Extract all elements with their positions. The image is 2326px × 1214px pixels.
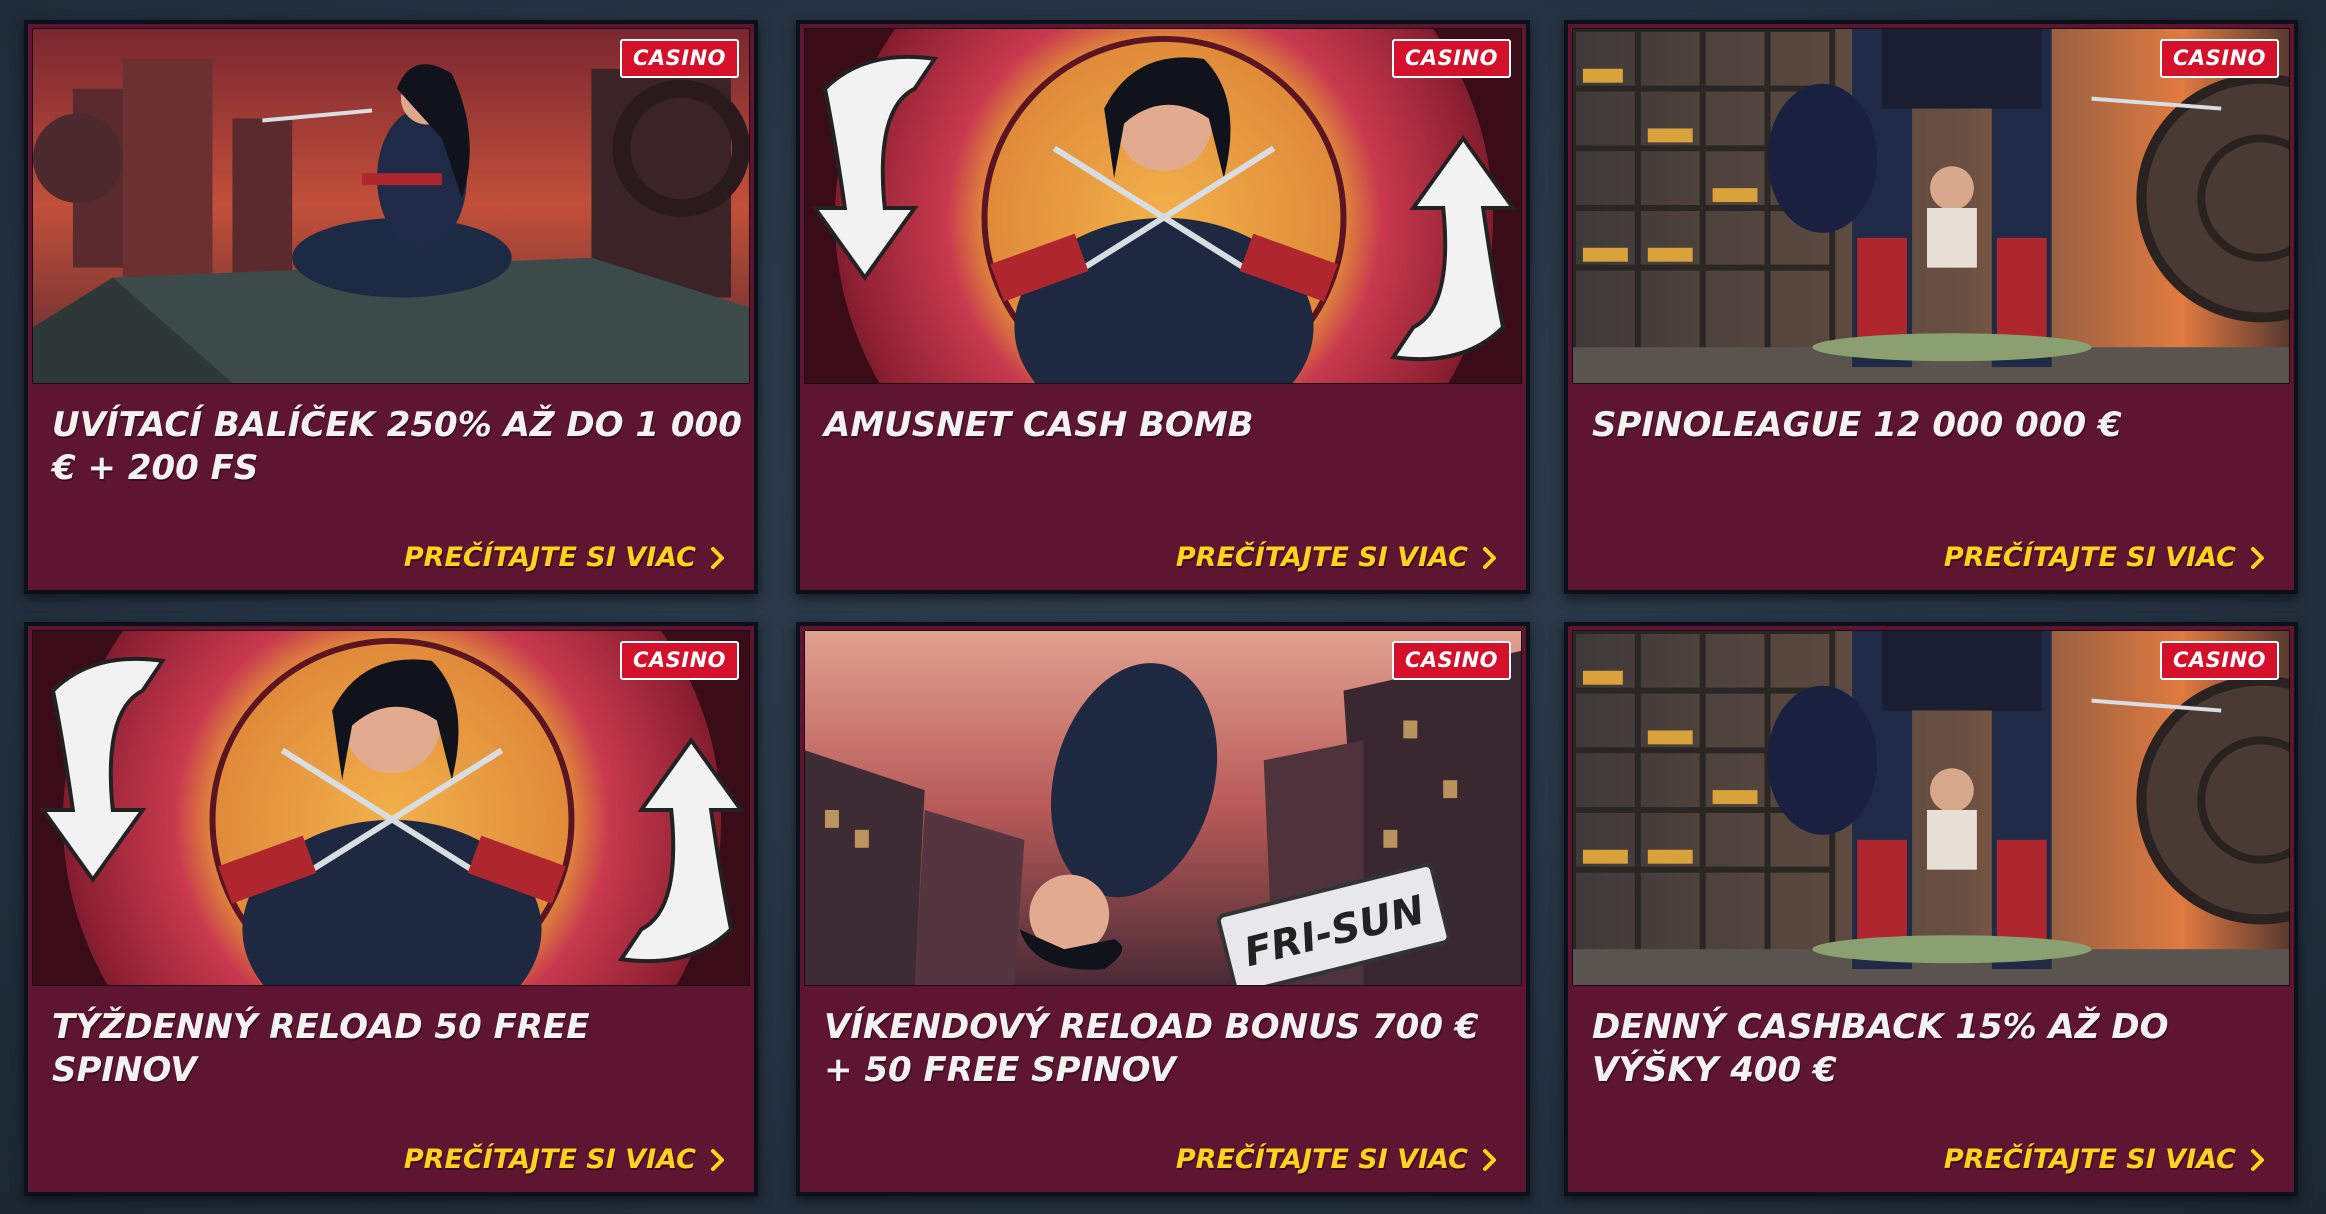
- promo-card[interactable]: CASINO SPINOLEAGUE 12 000 000 € PREČÍTAJ…: [1564, 20, 2298, 594]
- read-more-link[interactable]: PREČÍTAJTE SI VIAC: [1176, 1144, 1498, 1175]
- promotions-grid: CASINO UVÍTACÍ BALÍČEK 250% AŽ DO 1 000 …: [0, 0, 2326, 1214]
- promo-image-heroine-target: CASINO: [804, 28, 1522, 384]
- casino-badge: CASINO: [1391, 641, 1511, 680]
- promo-title: SPINOLEAGUE 12 000 000 €: [1592, 405, 2122, 445]
- chevron-right-icon: [1483, 546, 1496, 569]
- promo-image-heroine-target: CASINO: [32, 630, 750, 986]
- promo-title: UVÍTACÍ BALÍČEK 250% AŽ DO 1 000 € + 200…: [52, 405, 742, 488]
- casino-badge: CASINO: [619, 641, 739, 680]
- read-more-label: PREČÍTAJTE SI VIAC: [1943, 542, 2236, 573]
- read-more-link[interactable]: PREČÍTAJTE SI VIAC: [404, 542, 726, 573]
- read-more-link[interactable]: PREČÍTAJTE SI VIAC: [404, 1144, 726, 1175]
- read-more-link[interactable]: PREČÍTAJTE SI VIAC: [1176, 542, 1498, 573]
- chevron-right-icon: [1483, 1148, 1496, 1171]
- promo-card[interactable]: FRI-SUN CASINO VÍKENDOVÝ RELOAD BONUS 70…: [796, 622, 1530, 1196]
- casino-badge: CASINO: [619, 39, 739, 78]
- chevron-right-icon: [2251, 546, 2264, 569]
- promo-title: DENNÝ CASHBACK 15% AŽ DO VÝŠKY 400 €: [1592, 1007, 2169, 1090]
- promo-image-vault: CASINO: [1572, 630, 2290, 986]
- promo-image-vault: CASINO: [1572, 28, 2290, 384]
- read-more-link[interactable]: PREČÍTAJTE SI VIAC: [1944, 542, 2266, 573]
- chevron-right-icon: [2251, 1148, 2264, 1171]
- promo-card[interactable]: CASINO TÝŽDENNÝ RELOAD 50 FREE SPINOV PR…: [24, 622, 758, 1196]
- promo-image-heroine-rooftop: CASINO: [32, 28, 750, 384]
- promo-image-heroine-falling: FRI-SUN CASINO: [804, 630, 1522, 986]
- promo-title: VÍKENDOVÝ RELOAD BONUS 700 € + 50 FREE S…: [824, 1007, 1479, 1090]
- casino-badge: CASINO: [2159, 39, 2279, 78]
- read-more-label: PREČÍTAJTE SI VIAC: [1175, 542, 1468, 573]
- chevron-right-icon: [711, 1148, 724, 1171]
- promo-card[interactable]: CASINO AMUSNET CASH BOMB PREČÍTAJTE SI V…: [796, 20, 1530, 594]
- read-more-label: PREČÍTAJTE SI VIAC: [403, 1144, 696, 1175]
- read-more-link[interactable]: PREČÍTAJTE SI VIAC: [1944, 1144, 2266, 1175]
- promo-card[interactable]: CASINO DENNÝ CASHBACK 15% AŽ DO VÝŠKY 40…: [1564, 622, 2298, 1196]
- promo-card[interactable]: CASINO UVÍTACÍ BALÍČEK 250% AŽ DO 1 000 …: [24, 20, 758, 594]
- read-more-label: PREČÍTAJTE SI VIAC: [403, 542, 696, 573]
- read-more-label: PREČÍTAJTE SI VIAC: [1943, 1144, 2236, 1175]
- casino-badge: CASINO: [2159, 641, 2279, 680]
- chevron-right-icon: [711, 546, 724, 569]
- casino-badge: CASINO: [1391, 39, 1511, 78]
- promo-title: TÝŽDENNÝ RELOAD 50 FREE SPINOV: [52, 1007, 590, 1090]
- promo-title: AMUSNET CASH BOMB: [824, 405, 1254, 445]
- read-more-label: PREČÍTAJTE SI VIAC: [1175, 1144, 1468, 1175]
